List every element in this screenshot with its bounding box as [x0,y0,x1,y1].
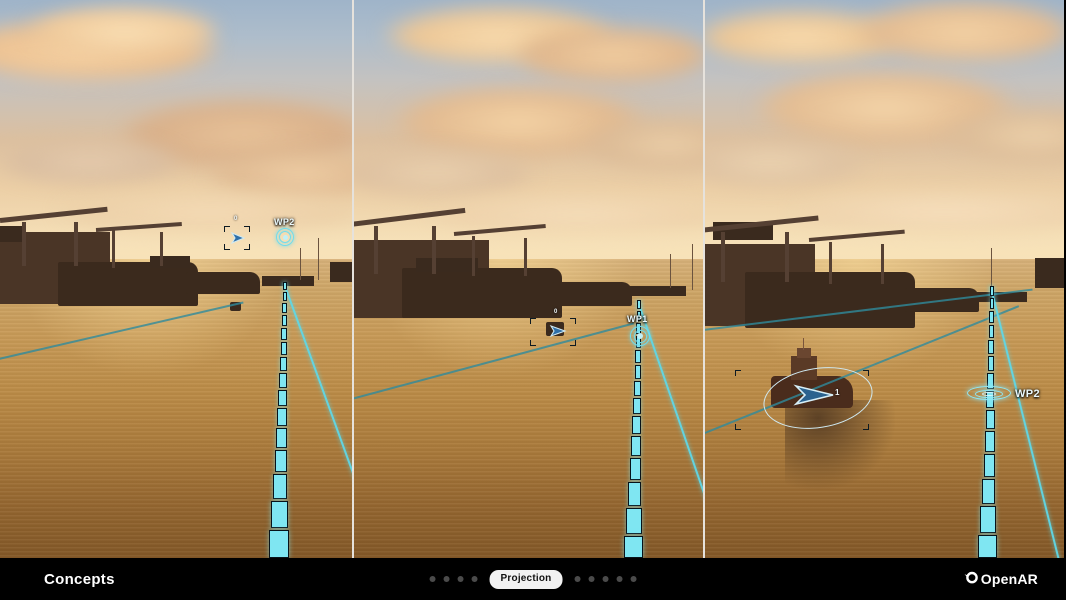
container-ship [402,268,562,318]
gantry-crane-leg [472,236,475,276]
far-structure [330,262,352,282]
pager-dot[interactable] [574,576,581,582]
wind-turbine-mast [318,238,319,280]
brand-name: OpenAR [980,571,1038,587]
gantry-crane-leg [881,244,884,284]
container-ship [905,288,979,312]
gantry-crane-leg [432,226,436,274]
distant-vessel [230,302,241,311]
wind-turbine-mast [692,244,693,290]
gantry-crane-leg [829,242,832,284]
pager-dot[interactable] [443,576,450,582]
tugboat-superstructure [791,356,817,380]
pager-dot[interactable] [471,576,478,582]
far-structure [1035,258,1064,288]
gantry-crane-leg [785,232,789,282]
openar-o-icon [964,570,979,588]
gantry-crane-leg [22,222,26,266]
gantry-crane-leg [524,238,527,276]
page-title: Concepts [44,570,115,588]
slide-pager: Projection [429,569,637,589]
antenna-mast [300,248,301,280]
container-stack [150,256,190,268]
container-ship [552,282,632,306]
pager-dot[interactable] [616,576,623,582]
far-quay [630,286,686,296]
ar-concept-stage: WP2 0 WP1 0 WP2 1 Concepts Projection Op… [0,0,1066,600]
gantry-crane-leg [374,226,378,274]
container-ship [186,272,260,294]
tugboat-mast [803,338,804,350]
container-ship [58,262,198,306]
wind-turbine-mast [991,248,992,292]
far-quay [262,276,314,286]
gantry-crane-leg [160,232,163,266]
brand-logo[interactable]: OpenAR [964,570,1038,588]
container-stack [416,258,478,272]
gantry-crane-leg [112,230,115,268]
pager-current-label[interactable]: Projection [489,569,563,589]
ar-panel-mid-approach[interactable]: WP1 0 [352,0,705,558]
gantry-crane-leg [74,222,78,266]
pager-dot[interactable] [429,576,436,582]
pager-dot[interactable] [630,576,637,582]
gantry-crane-leg [721,232,725,282]
bottom-toolbar: Concepts Projection OpenAR [0,558,1066,600]
far-quay [977,292,1027,302]
tugboat-bridge [797,348,811,358]
panel-strip: WP2 0 WP1 0 WP2 1 [0,0,1066,558]
ar-panel-close-approach[interactable]: WP2 1 [705,0,1064,558]
vessel-shadow [785,400,895,490]
antenna-mast [670,254,671,288]
pager-dot[interactable] [457,576,464,582]
pager-dot[interactable] [588,576,595,582]
pager-dot[interactable] [602,576,609,582]
tugboat-hull [771,376,853,408]
ar-panel-far-approach[interactable]: WP2 0 [0,0,352,558]
